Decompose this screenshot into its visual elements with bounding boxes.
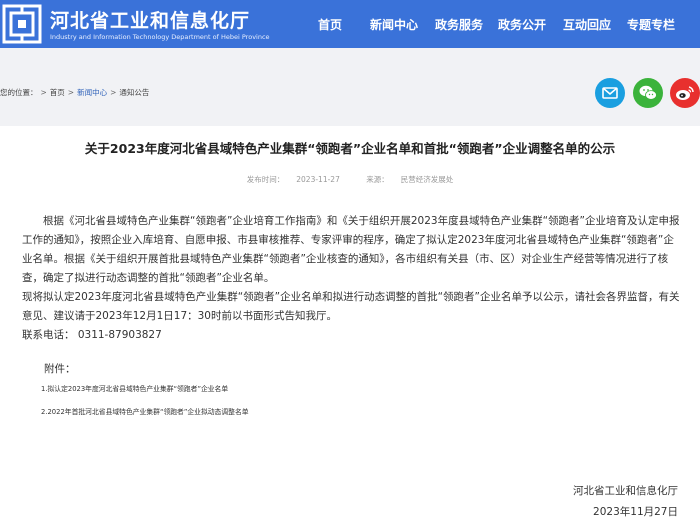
breadcrumb-home[interactable]: 首页 [50, 88, 65, 97]
nav-services[interactable]: 政务服务 [435, 16, 483, 33]
email-share-button[interactable] [595, 78, 625, 108]
nav-public-info[interactable]: 政务公开 [498, 16, 546, 33]
email-icon [602, 87, 618, 99]
article-body: 根据《河北省县域特色产业集群“领跑者”企业培育工作指南》和《关于组织开展2023… [22, 212, 682, 345]
site-logo-icon[interactable] [0, 2, 44, 46]
breadcrumb-notices[interactable]: 通知公告 [119, 88, 149, 97]
breadcrumb-news[interactable]: 新闻中心 [77, 88, 107, 97]
article-paragraph: 现将拟认定2023年度河北省县域特色产业集群“领跑者”企业名单和拟进行动态调整的… [22, 291, 680, 322]
publish-date: 2023-11-27 [296, 175, 340, 184]
breadcrumb-separator: > [110, 88, 117, 97]
signature-org: 河北省工业和信息化厅 [573, 485, 678, 497]
breadcrumb-separator: > [40, 88, 47, 97]
weibo-icon [676, 86, 694, 100]
site-header: 河北省工业和信息化厅 Industry and Information Tech… [0, 0, 700, 48]
breadcrumb-prefix: 您的位置： [0, 88, 38, 97]
nav-special-topics[interactable]: 专题专栏 [627, 16, 675, 33]
attachments-label: 附件： [44, 363, 76, 375]
breadcrumb-separator: > [67, 88, 75, 97]
nav-interaction[interactable]: 互动回应 [563, 16, 611, 33]
contact-phone: 联系电话： 0311-87903827 [22, 329, 162, 341]
source-value: 民营经济发展处 [400, 175, 454, 184]
source-label: 来源： [366, 175, 389, 184]
attachment-link[interactable]: 1.拟认定2023年度河北省县域特色产业集群“领跑者”企业名单 [41, 383, 228, 393]
site-subtitle: Industry and Information Technology Depa… [50, 33, 270, 41]
site-title[interactable]: 河北省工业和信息化厅 [50, 6, 250, 33]
wechat-share-button[interactable] [633, 78, 663, 108]
wechat-icon [639, 85, 657, 100]
article-meta: 发布时间： 2023-11-27 来源： 民营经济发展处 [0, 174, 700, 185]
weibo-share-button[interactable] [670, 78, 700, 108]
publish-date-label: 发布时间： [246, 175, 285, 184]
article-title: 关于2023年度河北省县域特色产业集群“领跑者”企业名单和首批“领跑者”企业调整… [84, 141, 616, 156]
attachment-link[interactable]: 2.2022年首批河北省县域特色产业集群“领跑者”企业拟动态调整名单 [41, 406, 249, 416]
article-paragraph: 根据《河北省县域特色产业集群“领跑者”企业培育工作指南》和《关于组织开展2023… [22, 215, 680, 284]
nav-home[interactable]: 首页 [318, 16, 342, 33]
breadcrumb: 您的位置： > 首页 > 新闻中心 > 通知公告 [0, 87, 149, 98]
nav-news[interactable]: 新闻中心 [370, 16, 418, 33]
signature-date: 2023年11月27日 [593, 506, 678, 518]
article: 关于2023年度河北省县域特色产业集群“领跑者”企业名单和首批“领跑者”企业调整… [0, 126, 700, 522]
